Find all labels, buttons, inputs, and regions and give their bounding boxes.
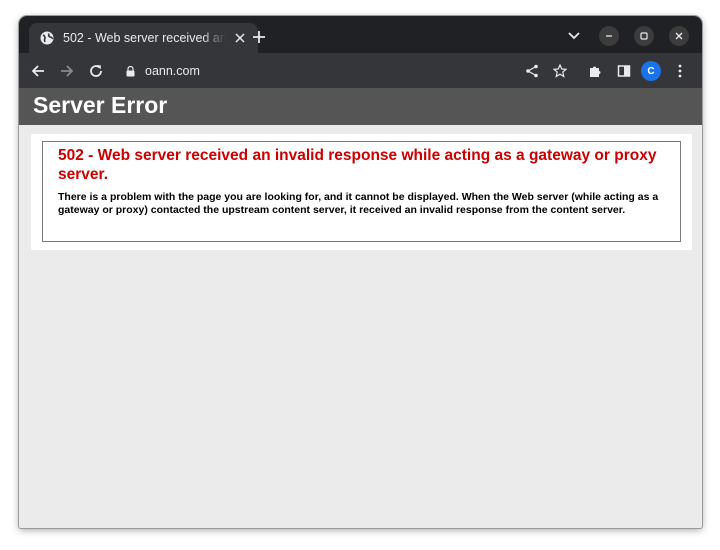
error-description: There is a problem with the page you are… [58,191,659,216]
active-tab[interactable]: 502 - Web server received an invalid res… [29,23,258,53]
profile-avatar[interactable]: C [641,61,661,81]
puzzle-icon[interactable] [584,60,606,82]
reload-icon[interactable] [85,60,107,82]
close-window-icon[interactable] [669,26,689,46]
side-panel-icon[interactable] [613,60,635,82]
close-icon[interactable] [232,30,248,46]
page-title: Server Error [33,92,168,118]
error-box: 502 - Web server received an invalid res… [42,141,681,242]
arrow-left-icon[interactable] [27,60,49,82]
arrow-right-icon[interactable] [56,60,78,82]
tab-title: 502 - Web server received an invalid res… [63,31,226,45]
browser-window: 502 - Web server received an invalid res… [19,16,702,528]
share-icon[interactable] [521,60,543,82]
browser-toolbar: oann.com C [19,53,702,88]
globe-icon [39,30,55,46]
tab-strip: 502 - Web server received an invalid res… [19,16,702,53]
address-bar[interactable]: oann.com [115,59,523,83]
content-panel: 502 - Web server received an invalid res… [31,134,692,250]
chevron-down-icon[interactable] [564,26,584,46]
plus-icon[interactable] [249,28,269,48]
star-icon[interactable] [549,60,571,82]
kebab-menu-icon[interactable] [669,60,691,82]
lock-icon[interactable] [123,64,137,78]
minimize-icon[interactable] [599,26,619,46]
error-heading: 502 - Web server received an invalid res… [58,147,657,183]
page-header: Server Error [19,88,702,125]
maximize-icon[interactable] [634,26,654,46]
url-text: oann.com [145,64,200,78]
